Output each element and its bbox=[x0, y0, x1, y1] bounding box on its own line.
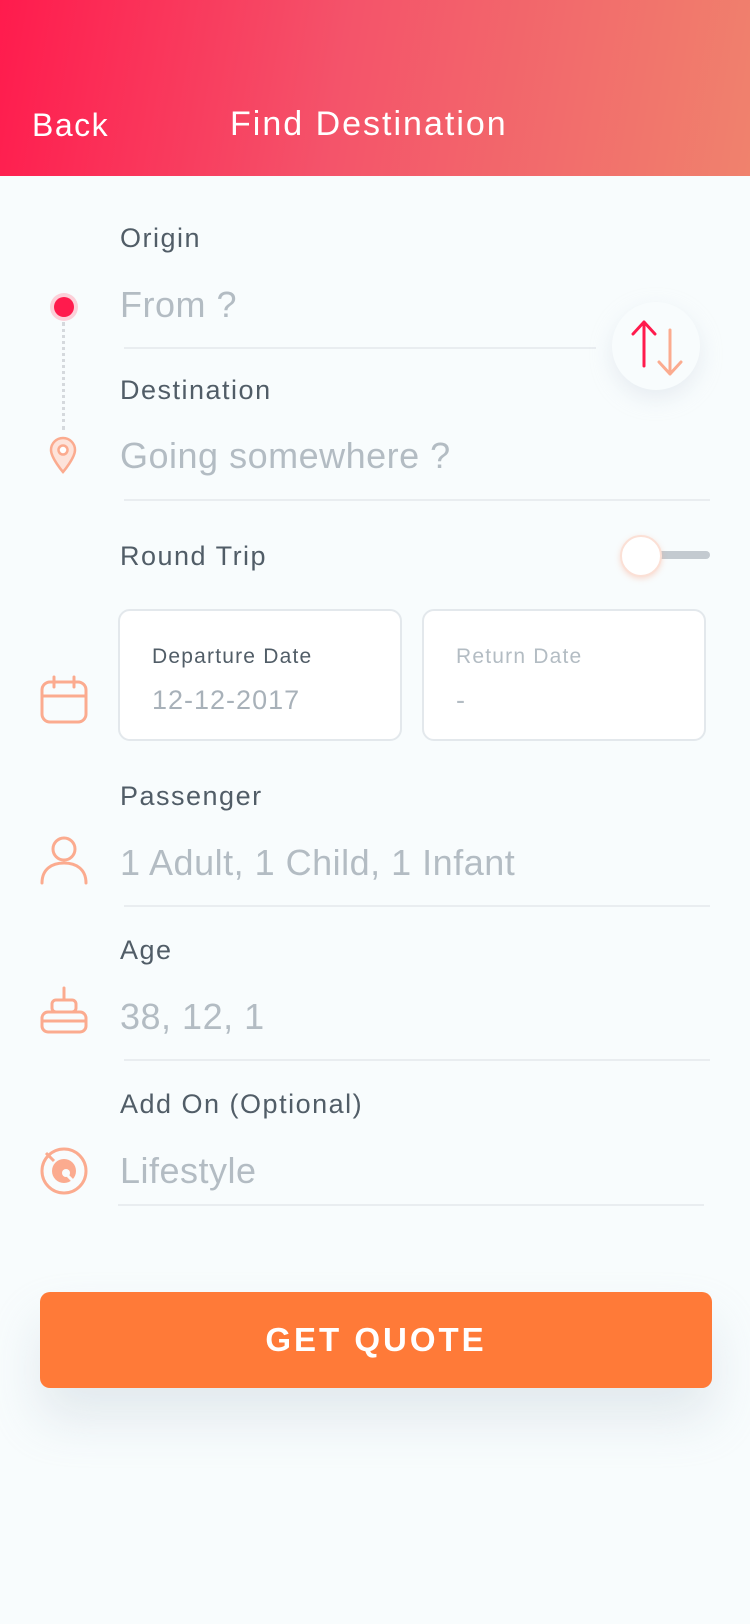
round-trip-toggle[interactable] bbox=[620, 533, 712, 577]
departure-date-field[interactable]: Departure Date 12-12-2017 bbox=[118, 609, 402, 741]
get-quote-button[interactable]: GET QUOTE bbox=[40, 1292, 712, 1388]
swap-button[interactable] bbox=[612, 302, 700, 390]
origin-underline bbox=[124, 347, 596, 349]
swap-arrows-icon bbox=[628, 316, 688, 387]
cake-icon bbox=[39, 986, 89, 1041]
passenger-label: Passenger bbox=[120, 781, 263, 811]
destination-underline bbox=[124, 499, 710, 501]
return-date-label: Return Date bbox=[456, 645, 583, 668]
toggle-knob bbox=[620, 535, 662, 577]
round-trip-label: Round Trip bbox=[120, 541, 268, 571]
departure-date-value: 12-12-2017 bbox=[152, 685, 301, 715]
return-date-value: - bbox=[456, 685, 466, 715]
lifebuoy-icon bbox=[38, 1145, 90, 1202]
calendar-icon bbox=[39, 674, 89, 731]
destination-label: Destination bbox=[120, 375, 272, 405]
route-connector bbox=[62, 322, 65, 430]
page-title: Find Destination bbox=[230, 105, 508, 143]
map-pin-icon bbox=[47, 436, 79, 479]
age-label: Age bbox=[120, 935, 173, 965]
departure-date-label: Departure Date bbox=[152, 645, 313, 668]
header-bar: Back Find Destination bbox=[0, 0, 750, 176]
back-button[interactable]: Back bbox=[32, 107, 109, 144]
return-date-field[interactable]: Return Date - bbox=[422, 609, 706, 741]
origin-input[interactable] bbox=[120, 284, 580, 326]
passenger-underline bbox=[124, 905, 710, 907]
origin-label: Origin bbox=[120, 223, 202, 253]
add-on-field[interactable] bbox=[120, 1150, 580, 1192]
passenger-field[interactable] bbox=[120, 842, 580, 884]
age-underline bbox=[124, 1059, 710, 1061]
person-icon bbox=[39, 835, 89, 890]
age-field[interactable] bbox=[120, 996, 580, 1038]
add-on-underline bbox=[118, 1204, 704, 1206]
add-on-label: Add On (Optional) bbox=[120, 1089, 364, 1119]
destination-input[interactable] bbox=[120, 435, 580, 477]
